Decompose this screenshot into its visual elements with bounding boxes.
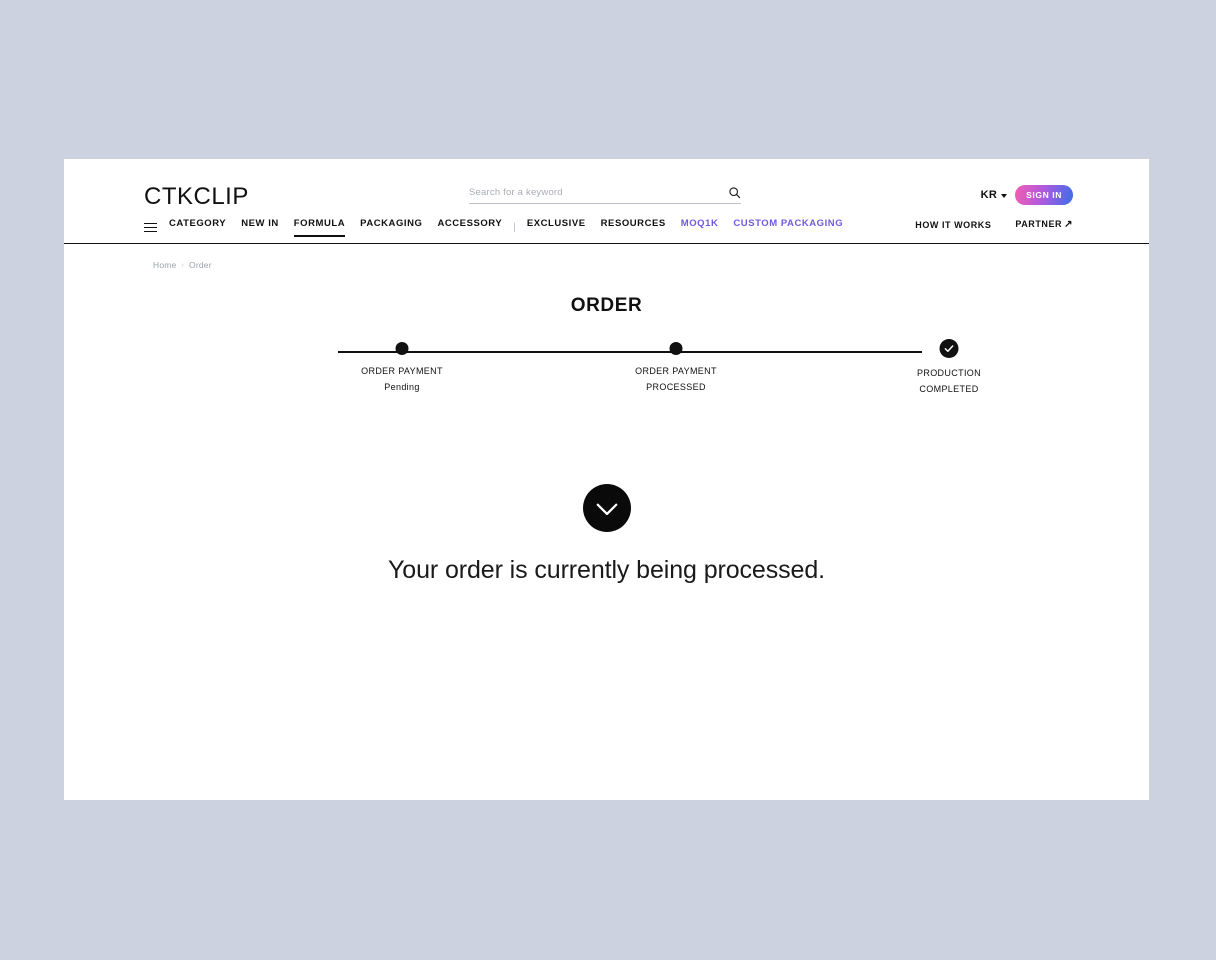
order-status-result: Your order is currently being processed. xyxy=(64,484,1149,585)
order-status-message: Your order is currently being processed. xyxy=(388,556,825,584)
language-selector[interactable]: KR xyxy=(981,189,1008,201)
nav-item-custom-packaging[interactable]: CUSTOM PACKAGING xyxy=(733,218,843,237)
stepper-step-3-line1: PRODUCTION xyxy=(917,368,981,378)
browser-page: CTKCLIP KR SIGN IN CATEGORY NEW IN xyxy=(64,159,1149,800)
nav-item-moq1k[interactable]: MOQ1K xyxy=(681,218,719,237)
breadcrumb-separator: › xyxy=(181,261,185,269)
site-logo[interactable]: CTKCLIP xyxy=(144,183,249,211)
nav-separator: | xyxy=(513,222,516,233)
nav-item-how-it-works[interactable]: HOW IT WORKS xyxy=(915,220,991,238)
breadcrumb-item-order: Order xyxy=(189,260,212,270)
arrow-up-right-icon: ↗ xyxy=(1064,219,1073,230)
nav-item-category[interactable]: CATEGORY xyxy=(169,218,226,237)
check-icon xyxy=(596,503,617,516)
order-progress-stepper: ORDER PAYMENT Pending ORDER PAYMENT PROC… xyxy=(338,339,981,402)
stepper-track xyxy=(338,351,922,353)
stepper-dot-3 xyxy=(939,339,959,358)
site-header: CTKCLIP KR SIGN IN CATEGORY NEW IN xyxy=(64,159,1149,244)
stepper-dot-1 xyxy=(395,342,409,355)
search-bar[interactable] xyxy=(469,186,741,204)
stepper-step-2-line2: PROCESSED xyxy=(646,382,706,392)
page-title: ORDER xyxy=(570,295,643,316)
chevron-down-icon xyxy=(1001,194,1008,198)
breadcrumb-item-home[interactable]: Home xyxy=(153,260,176,270)
stepper-step-1-line2: Pending xyxy=(384,382,420,392)
nav-item-resources[interactable]: RESOURCES xyxy=(601,218,666,237)
nav-item-formula[interactable]: FORMULA xyxy=(293,218,346,237)
stepper-step-3-line2: COMPLETED xyxy=(919,384,979,394)
language-label: KR xyxy=(980,189,998,201)
stepper-dot-2 xyxy=(669,342,683,355)
main-navigation: CATEGORY NEW IN FORMULA PACKAGING ACCESS… xyxy=(64,214,1149,244)
search-icon[interactable] xyxy=(728,186,741,199)
nav-item-exclusive[interactable]: EXCLUSIVE xyxy=(527,218,586,237)
check-icon xyxy=(944,345,954,352)
nav-item-new-in[interactable]: NEW IN xyxy=(241,218,279,237)
search-input[interactable] xyxy=(469,187,728,198)
breadcrumb: Home › Order xyxy=(153,260,212,270)
nav-item-partner-label: PARTNER xyxy=(1015,219,1063,229)
hamburger-menu-icon[interactable] xyxy=(144,222,157,233)
nav-primary: CATEGORY NEW IN FORMULA PACKAGING ACCESS… xyxy=(144,218,843,237)
nav-secondary: HOW IT WORKS PARTNER ↗ xyxy=(915,219,1073,238)
nav-item-accessory[interactable]: ACCESSORY xyxy=(437,218,502,237)
stepper-step-2-line1: ORDER PAYMENT xyxy=(635,366,717,376)
check-circle-icon xyxy=(582,484,631,532)
stepper-step-1-line1: ORDER PAYMENT xyxy=(361,366,443,376)
sign-in-button[interactable]: SIGN IN xyxy=(1015,185,1073,205)
nav-item-packaging[interactable]: PACKAGING xyxy=(360,218,422,237)
account-area: KR SIGN IN xyxy=(981,185,1073,205)
nav-item-partner[interactable]: PARTNER ↗ xyxy=(1015,219,1073,238)
